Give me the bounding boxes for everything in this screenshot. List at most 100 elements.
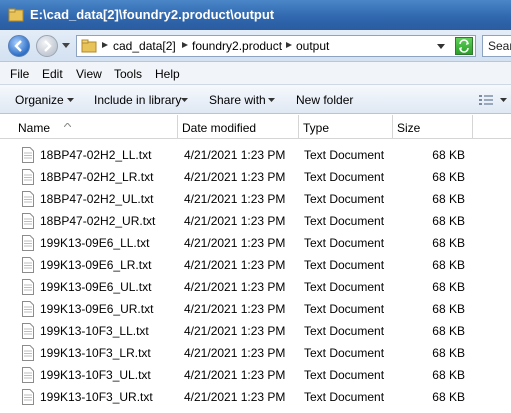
column-name-label: Name [18, 121, 51, 135]
column-name[interactable]: Name [14, 115, 178, 138]
file-type: Text Document [304, 258, 385, 272]
chevron-down-icon [268, 98, 275, 102]
command-bar: Organize Include in library Share with N… [0, 84, 511, 114]
navigation-bar: cad_data[2] foundry2.product output Sear [0, 30, 511, 62]
file-row[interactable]: 199K13-10F3_LL.txt 4/21/2021 1:23 PM Tex… [0, 320, 511, 342]
column-date-label: Date modified [182, 121, 257, 135]
file-row[interactable]: 18BP47-02H2_UR.txt 4/21/2021 1:23 PM Tex… [0, 210, 511, 232]
file-type: Text Document [304, 302, 385, 316]
file-list: 18BP47-02H2_LL.txt 4/21/2021 1:23 PM Tex… [0, 139, 511, 413]
file-name: 18BP47-02H2_UL.txt [40, 192, 154, 206]
sort-ascending-icon [64, 123, 71, 127]
file-row[interactable]: 199K13-10F3_LR.txt 4/21/2021 1:23 PM Tex… [0, 342, 511, 364]
file-date: 4/21/2021 1:23 PM [184, 236, 286, 250]
column-size[interactable]: Size [393, 115, 473, 138]
file-date: 4/21/2021 1:23 PM [184, 346, 286, 360]
folder-icon [8, 7, 24, 26]
file-name: 199K13-10F3_UL.txt [40, 368, 151, 382]
file-size: 68 KB [432, 302, 465, 316]
file-name: 199K13-09E6_LR.txt [40, 258, 152, 272]
window-title: E:\cad_data[2]\foundry2.product\output [30, 7, 275, 22]
arrow-left-icon [14, 40, 22, 52]
file-row[interactable]: 199K13-09E6_UL.txt 4/21/2021 1:23 PM Tex… [0, 276, 511, 298]
breadcrumb-output[interactable]: output [296, 39, 329, 53]
file-size: 68 KB [432, 390, 465, 404]
search-input[interactable]: Sear [482, 35, 511, 57]
column-size-label: Size [397, 121, 421, 135]
file-name: 199K13-10F3_LR.txt [40, 346, 151, 360]
file-date: 4/21/2021 1:23 PM [184, 170, 286, 184]
file-date: 4/21/2021 1:23 PM [184, 390, 286, 404]
breadcrumb-separator-icon[interactable] [182, 42, 188, 48]
breadcrumb-foundry2-product[interactable]: foundry2.product [192, 39, 282, 53]
file-size: 68 KB [432, 346, 465, 360]
menu-tools[interactable]: Tools [114, 67, 142, 81]
file-date: 4/21/2021 1:23 PM [184, 324, 286, 338]
file-row[interactable]: 199K13-10F3_UL.txt 4/21/2021 1:23 PM Tex… [0, 364, 511, 386]
breadcrumb-separator-icon[interactable] [286, 42, 292, 48]
file-row[interactable]: 18BP47-02H2_LL.txt 4/21/2021 1:23 PM Tex… [0, 144, 511, 166]
chevron-down-icon[interactable] [500, 98, 507, 103]
text-file-icon [22, 191, 34, 207]
text-file-icon [22, 147, 34, 163]
file-size: 68 KB [432, 236, 465, 250]
file-type: Text Document [304, 214, 385, 228]
organize-button[interactable]: Organize [15, 93, 64, 107]
text-file-icon [22, 213, 34, 229]
file-date: 4/21/2021 1:23 PM [184, 214, 286, 228]
file-type: Text Document [304, 346, 385, 360]
folder-icon [81, 39, 97, 53]
title-bar[interactable]: E:\cad_data[2]\foundry2.product\output [0, 0, 511, 30]
file-type: Text Document [304, 368, 385, 382]
file-name: 199K13-10F3_UR.txt [40, 390, 153, 404]
file-row[interactable]: 18BP47-02H2_LR.txt 4/21/2021 1:23 PM Tex… [0, 166, 511, 188]
view-options-icon[interactable] [478, 93, 494, 107]
refresh-icon [459, 39, 469, 53]
address-bar[interactable]: cad_data[2] foundry2.product output [76, 35, 476, 57]
refresh-button[interactable] [455, 37, 473, 55]
file-date: 4/21/2021 1:23 PM [184, 302, 286, 316]
file-type: Text Document [304, 324, 385, 338]
forward-button[interactable] [36, 35, 58, 57]
menu-view[interactable]: View [76, 67, 102, 81]
text-file-icon [22, 345, 34, 361]
column-header-row: Name Date modified Type Size [0, 115, 511, 139]
file-size: 68 KB [432, 280, 465, 294]
recent-pages-chevron-icon[interactable] [62, 43, 70, 49]
include-in-library-button[interactable]: Include in library [94, 93, 181, 107]
chevron-down-icon [67, 98, 74, 102]
breadcrumb-cad-data[interactable]: cad_data[2] [113, 39, 176, 53]
column-type[interactable]: Type [299, 115, 393, 138]
file-size: 68 KB [432, 368, 465, 382]
file-name: 18BP47-02H2_LR.txt [40, 170, 154, 184]
file-type: Text Document [304, 280, 385, 294]
menu-file[interactable]: File [10, 67, 29, 81]
file-row[interactable]: 18BP47-02H2_UL.txt 4/21/2021 1:23 PM Tex… [0, 188, 511, 210]
share-with-button[interactable]: Share with [209, 93, 266, 107]
file-type: Text Document [304, 148, 385, 162]
address-dropdown-icon[interactable] [437, 44, 445, 50]
file-date: 4/21/2021 1:23 PM [184, 258, 286, 272]
file-row[interactable]: 199K13-09E6_LR.txt 4/21/2021 1:23 PM Tex… [0, 254, 511, 276]
back-button[interactable] [8, 35, 30, 57]
text-file-icon [22, 235, 34, 251]
text-file-icon [22, 389, 34, 405]
column-date-modified[interactable]: Date modified [178, 115, 299, 138]
file-name: 199K13-10F3_LL.txt [40, 324, 149, 338]
text-file-icon [22, 367, 34, 383]
file-row[interactable]: 199K13-10F3_UR.txt 4/21/2021 1:23 PM Tex… [0, 386, 511, 408]
file-row[interactable]: 199K13-09E6_UR.txt 4/21/2021 1:23 PM Tex… [0, 298, 511, 320]
breadcrumb-separator-icon[interactable] [102, 42, 108, 48]
file-name: 199K13-09E6_UL.txt [40, 280, 152, 294]
file-date: 4/21/2021 1:23 PM [184, 368, 286, 382]
menu-edit[interactable]: Edit [42, 67, 63, 81]
new-folder-button[interactable]: New folder [296, 93, 353, 107]
menu-help[interactable]: Help [155, 67, 180, 81]
file-type: Text Document [304, 390, 385, 404]
text-file-icon [22, 169, 34, 185]
file-row[interactable]: 199K13-09E6_LL.txt 4/21/2021 1:23 PM Tex… [0, 232, 511, 254]
chevron-down-icon [181, 98, 188, 102]
file-size: 68 KB [432, 148, 465, 162]
text-file-icon [22, 301, 34, 317]
file-name: 18BP47-02H2_UR.txt [40, 214, 156, 228]
